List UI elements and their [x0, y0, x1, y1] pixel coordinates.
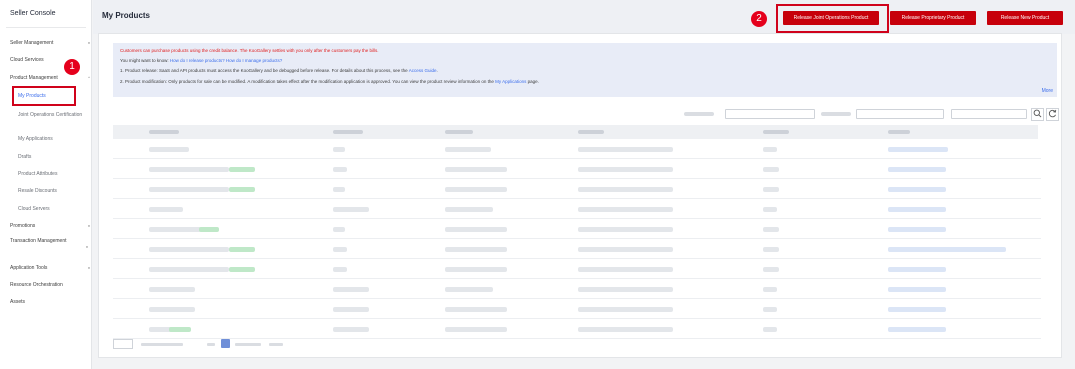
column-header [578, 130, 604, 134]
table-row[interactable] [113, 279, 1041, 299]
notice-text: 1. Product release: SaaS and API product… [120, 68, 409, 73]
notice-text: . [436, 68, 438, 73]
search-icon[interactable] [1031, 108, 1044, 121]
chevron-down-icon: v [88, 265, 90, 270]
sidebar-item-promotions[interactable]: Promotions v [10, 223, 90, 229]
sidebar-item-resource-orchestration[interactable]: Resource Orchestration [10, 282, 90, 288]
step-badge-1: 1 [64, 59, 80, 75]
sidebar-item-cloud-servers[interactable]: Cloud Servers [18, 206, 84, 212]
table-row[interactable] [113, 159, 1041, 179]
table-row[interactable] [113, 179, 1041, 199]
chevron-up-icon: ^ [88, 75, 90, 80]
sidebar-item-seller-management[interactable]: Seller Management v [10, 40, 90, 46]
highlight-joint-operations-button [776, 4, 889, 33]
table-row[interactable] [113, 299, 1041, 319]
notice-line-credit: Customers can purchase products using th… [120, 48, 379, 53]
notice-line-release: 1. Product release: SaaS and API product… [120, 68, 438, 74]
column-header [888, 130, 910, 134]
column-header [333, 130, 363, 134]
filter-label [684, 112, 714, 116]
notice-text: page. [526, 79, 539, 84]
chevron-down-icon: v [88, 40, 90, 45]
step-badge-2: 2 [751, 11, 767, 27]
table-row[interactable] [113, 219, 1041, 239]
current-page[interactable] [221, 339, 230, 348]
table-row[interactable] [113, 319, 1041, 339]
divider [6, 27, 86, 28]
refresh-icon[interactable] [1046, 108, 1059, 121]
how-to-manage-link[interactable]: How do I manage products? [226, 58, 282, 63]
sidebar-item-label: Product Management [10, 75, 58, 81]
sidebar-item-resale-discounts[interactable]: Resale Discounts [18, 188, 84, 194]
release-new-product-button[interactable]: Release New Product [987, 11, 1063, 25]
chevron-down-icon: v [86, 244, 88, 249]
sidebar-item-label: Seller Management [10, 40, 54, 46]
sidebar-item-label: Cloud Services [10, 57, 44, 63]
app-root: Seller Console Seller Management v Cloud… [0, 0, 1075, 369]
sidebar-item-assets[interactable]: Assets [10, 299, 90, 305]
sidebar-item-product-management[interactable]: Product Management ^ [10, 75, 90, 81]
total-count [141, 343, 183, 346]
search-input[interactable] [951, 109, 1027, 119]
sidebar-item-label: Application Tools [10, 265, 48, 271]
sidebar-item-joint-operations-certification[interactable]: Joint Operations Certification [18, 112, 84, 118]
page-title: My Products [102, 11, 151, 20]
filter-input[interactable] [725, 109, 815, 119]
table-row[interactable] [113, 199, 1041, 219]
table-row[interactable] [113, 239, 1041, 259]
sidebar-item-application-tools[interactable]: Application Tools v [10, 265, 90, 271]
how-to-release-link[interactable]: How do I release products? [170, 58, 225, 63]
sidebar-item-drafts[interactable]: Drafts [18, 154, 84, 160]
table-row[interactable] [113, 139, 1041, 159]
column-header [149, 130, 179, 134]
notice-line-modification: 2. Product modification: Only products f… [120, 79, 539, 85]
table-row[interactable] [113, 259, 1041, 279]
sidebar-item-label: Promotions [10, 223, 36, 229]
table-header [113, 125, 1038, 139]
access-guide-link[interactable]: Access Guide [409, 68, 437, 73]
page-header: My Products Release Joint Operations Pro… [93, 0, 1075, 34]
sidebar-title: Seller Console [10, 10, 56, 17]
highlight-my-products [12, 86, 76, 106]
notice-box: Customers can purchase products using th… [113, 43, 1057, 97]
page-numbers[interactable] [235, 343, 261, 346]
goto-page[interactable] [269, 343, 283, 346]
column-header [445, 130, 473, 134]
sidebar-item-label: Transaction Management [10, 238, 67, 244]
column-header [763, 130, 789, 134]
pagination [113, 339, 313, 351]
filter-label [821, 112, 851, 116]
release-proprietary-product-button[interactable]: Release Proprietary Product [890, 11, 976, 25]
sidebar-item-product-attributes[interactable]: Product Attributes [18, 171, 84, 177]
more-link[interactable]: More [1042, 88, 1053, 94]
filter-input[interactable] [856, 109, 944, 119]
my-applications-link[interactable]: My Applications [495, 79, 526, 84]
sidebar: Seller Console Seller Management v Cloud… [0, 0, 92, 369]
sidebar-item-my-applications[interactable]: My Applications [18, 136, 84, 142]
products-card: Customers can purchase products using th… [98, 33, 1062, 358]
prev-page[interactable] [207, 343, 215, 346]
main-panel: My Products Release Joint Operations Pro… [93, 0, 1075, 369]
notice-line-links: You might want to know: How do I release… [120, 58, 282, 64]
notice-prefix: You might want to know: [120, 58, 170, 63]
page-size-select[interactable] [113, 339, 133, 349]
chevron-down-icon: v [88, 223, 90, 228]
notice-text: 2. Product modification: Only products f… [120, 79, 496, 84]
sidebar-item-transaction-management[interactable]: Transaction Management [10, 238, 72, 244]
